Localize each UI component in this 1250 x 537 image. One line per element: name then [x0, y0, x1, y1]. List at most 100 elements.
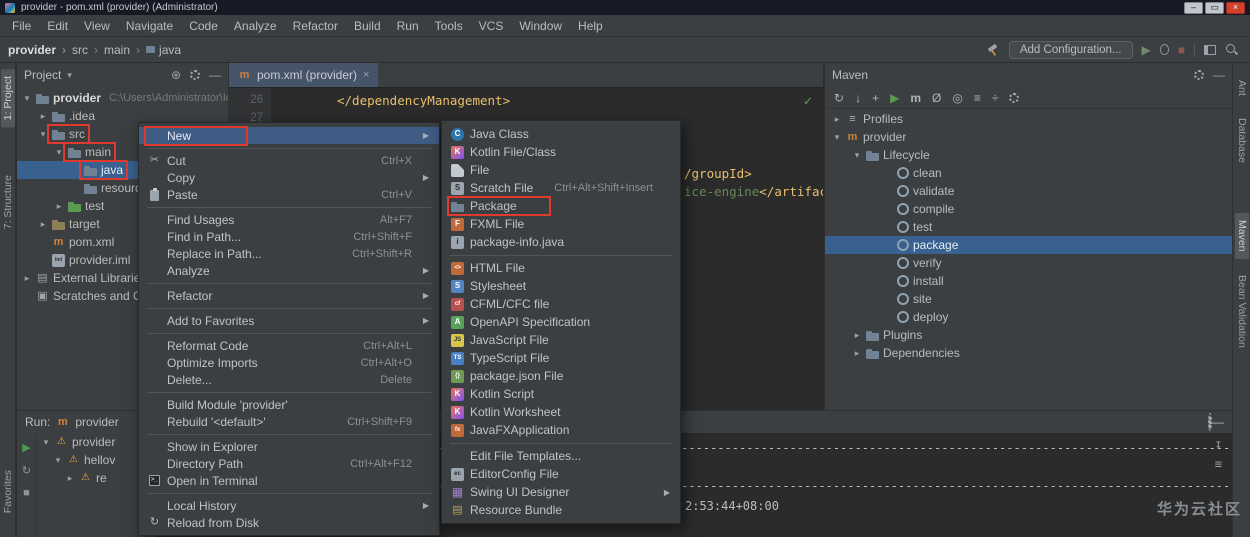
- hide-panel-icon[interactable]: —: [1213, 68, 1225, 82]
- expand-arrow-icon[interactable]: ▾: [831, 132, 843, 143]
- menu-bar-item[interactable]: Run: [389, 19, 427, 33]
- submenu-item[interactable]: JavaFXApplication: [442, 421, 680, 439]
- maven-tree-item[interactable]: package: [825, 236, 1232, 254]
- maven-tree-item[interactable]: validate: [825, 182, 1232, 200]
- title-bar[interactable]: provider - pom.xml (provider) (Administr…: [0, 0, 1250, 15]
- scroll-to-end-icon[interactable]: ↧: [1215, 437, 1222, 451]
- submenu-item[interactable]: Package: [442, 196, 680, 216]
- context-menu-item[interactable]: Reformat Code Ctrl+Alt+L: [139, 337, 439, 354]
- context-menu-item[interactable]: Refactor ▶: [139, 287, 439, 304]
- skip-tests-icon[interactable]: Ø: [932, 91, 941, 105]
- context-menu-item[interactable]: Delete... Delete: [139, 371, 439, 388]
- maven-tree-item[interactable]: verify: [825, 254, 1232, 272]
- breadcrumb-item[interactable]: provider: [8, 43, 72, 57]
- menu-bar-item[interactable]: Refactor: [285, 19, 346, 33]
- maven-settings-icon[interactable]: [1009, 92, 1020, 103]
- submenu-item[interactable]: [442, 439, 680, 447]
- context-menu-item[interactable]: Cut Ctrl+X: [139, 152, 439, 169]
- context-menu-item[interactable]: Build Module 'provider': [139, 396, 439, 413]
- context-menu-item[interactable]: [139, 329, 439, 337]
- breadcrumb-item[interactable]: src: [72, 43, 104, 57]
- build-hammer-icon[interactable]: [986, 43, 1000, 57]
- submenu-item[interactable]: File: [442, 161, 680, 179]
- submenu-item[interactable]: OpenAPI Specification: [442, 313, 680, 331]
- code-line[interactable]: </dependencyManagement>: [337, 93, 510, 108]
- menu-bar-item[interactable]: Tools: [427, 19, 471, 33]
- add-maven-project-icon[interactable]: +: [872, 91, 879, 105]
- maven-tree-item[interactable]: compile: [825, 200, 1232, 218]
- gear-icon[interactable]: [1194, 70, 1204, 80]
- maven-tree-item[interactable]: ▸ Profiles: [825, 110, 1232, 128]
- expand-arrow-icon[interactable]: ▸: [21, 273, 33, 284]
- maven-tree-item[interactable]: site: [825, 290, 1232, 308]
- toolwindow-tab-database[interactable]: Database: [1235, 111, 1249, 170]
- context-menu-item[interactable]: Local History ▶: [139, 497, 439, 514]
- debug-button[interactable]: [1159, 44, 1169, 55]
- toolwindow-tab-maven[interactable]: Maven: [1235, 213, 1249, 259]
- execute-goal-icon[interactable]: m: [910, 91, 921, 105]
- download-sources-icon[interactable]: ↓: [855, 91, 861, 105]
- context-menu-item[interactable]: Replace in Path... Ctrl+Shift+R: [139, 245, 439, 262]
- menu-bar-item[interactable]: Navigate: [118, 19, 181, 33]
- submenu-item[interactable]: Swing UI Designer ▶: [442, 483, 680, 501]
- menu-bar-item[interactable]: VCS: [471, 19, 512, 33]
- context-menu-item[interactable]: [139, 203, 439, 211]
- expand-arrow-icon[interactable]: ▾: [851, 150, 863, 161]
- context-menu-item[interactable]: [139, 388, 439, 396]
- submenu-item[interactable]: Java Class: [442, 125, 680, 143]
- submenu-item[interactable]: [442, 251, 680, 259]
- expand-arrow-icon[interactable]: ▾: [40, 437, 52, 448]
- expand-arrow-icon[interactable]: ▸: [831, 114, 843, 125]
- context-menu-item[interactable]: New ▶: [139, 125, 439, 146]
- soft-wrap-icon[interactable]: ≡: [1215, 457, 1222, 471]
- toolwindow-tab-ant[interactable]: Ant: [1235, 73, 1249, 103]
- maven-tree-item[interactable]: clean: [825, 164, 1232, 182]
- expand-arrow-icon[interactable]: ▾: [53, 147, 65, 158]
- context-menu-item[interactable]: Find in Path... Ctrl+Shift+F: [139, 228, 439, 245]
- toolwindow-tab-structure[interactable]: 7: Structure: [1, 168, 15, 236]
- maximize-button[interactable]: ▭: [1205, 1, 1224, 14]
- expand-arrow-icon[interactable]: ▾: [21, 93, 33, 104]
- maven-tree-item[interactable]: deploy: [825, 308, 1232, 326]
- collapse-all-icon[interactable]: ÷: [992, 91, 999, 105]
- menu-bar-item[interactable]: Build: [346, 19, 389, 33]
- expand-arrow-icon[interactable]: ▸: [64, 473, 76, 484]
- inspections-ok-icon[interactable]: ✓: [803, 94, 813, 108]
- maven-tree-item[interactable]: ▾ provider: [825, 128, 1232, 146]
- show-dependencies-icon[interactable]: ≡: [974, 91, 981, 105]
- maven-tree-item[interactable]: install: [825, 272, 1232, 290]
- minimize-button[interactable]: –: [1184, 1, 1203, 14]
- submenu-item[interactable]: Kotlin Worksheet: [442, 403, 680, 421]
- breadcrumb-item[interactable]: main: [104, 43, 146, 57]
- code-fragment[interactable]: /groupId>: [684, 166, 752, 181]
- submenu-item[interactable]: JavaScript File: [442, 331, 680, 349]
- close-button[interactable]: ×: [1226, 1, 1245, 14]
- submenu-item[interactable]: CFML/CFC file: [442, 295, 680, 313]
- context-menu-item[interactable]: Optimize Imports Ctrl+Alt+O: [139, 354, 439, 371]
- editor-tab[interactable]: pom.xml (provider) ×: [229, 63, 379, 87]
- submenu-item[interactable]: EditorConfig File: [442, 465, 680, 483]
- context-menu-item[interactable]: Find Usages Alt+F7: [139, 211, 439, 228]
- submenu-item[interactable]: Scratch File Ctrl+Alt+Shift+Insert: [442, 179, 680, 197]
- maven-tree-item[interactable]: ▸ Dependencies: [825, 344, 1232, 362]
- toolwindow-tab-favorites[interactable]: Favorites: [1, 463, 15, 520]
- context-menu-item[interactable]: Rebuild '<default>' Ctrl+Shift+F9: [139, 413, 439, 430]
- submenu-item[interactable]: Resource Bundle: [442, 501, 680, 519]
- submenu-item[interactable]: Kotlin File/Class: [442, 143, 680, 161]
- layout-icon[interactable]: [1204, 44, 1216, 55]
- reimport-icon[interactable]: ↻: [834, 91, 844, 105]
- context-menu-item[interactable]: [139, 489, 439, 497]
- menu-bar-item[interactable]: Edit: [39, 19, 76, 33]
- menu-bar-item[interactable]: Window: [511, 19, 570, 33]
- expand-arrow-icon[interactable]: ▸: [851, 348, 863, 359]
- toolwindow-tab-bean-validation[interactable]: Bean Validation: [1235, 268, 1249, 355]
- submenu-item[interactable]: package-info.java: [442, 233, 680, 251]
- context-menu-item[interactable]: [139, 304, 439, 312]
- submenu-item[interactable]: Edit File Templates...: [442, 447, 680, 465]
- expand-arrow-icon[interactable]: ▾: [37, 129, 49, 140]
- submenu-item[interactable]: Stylesheet: [442, 277, 680, 295]
- project-tree-item[interactable]: ▾ provider C:\Users\Administrator\IdeaPr…: [17, 89, 228, 107]
- context-menu-item[interactable]: Reload from Disk: [139, 514, 439, 531]
- expand-arrow-icon[interactable]: ▾: [52, 455, 64, 466]
- toolwindow-tab-project[interactable]: 1: Project: [1, 69, 15, 128]
